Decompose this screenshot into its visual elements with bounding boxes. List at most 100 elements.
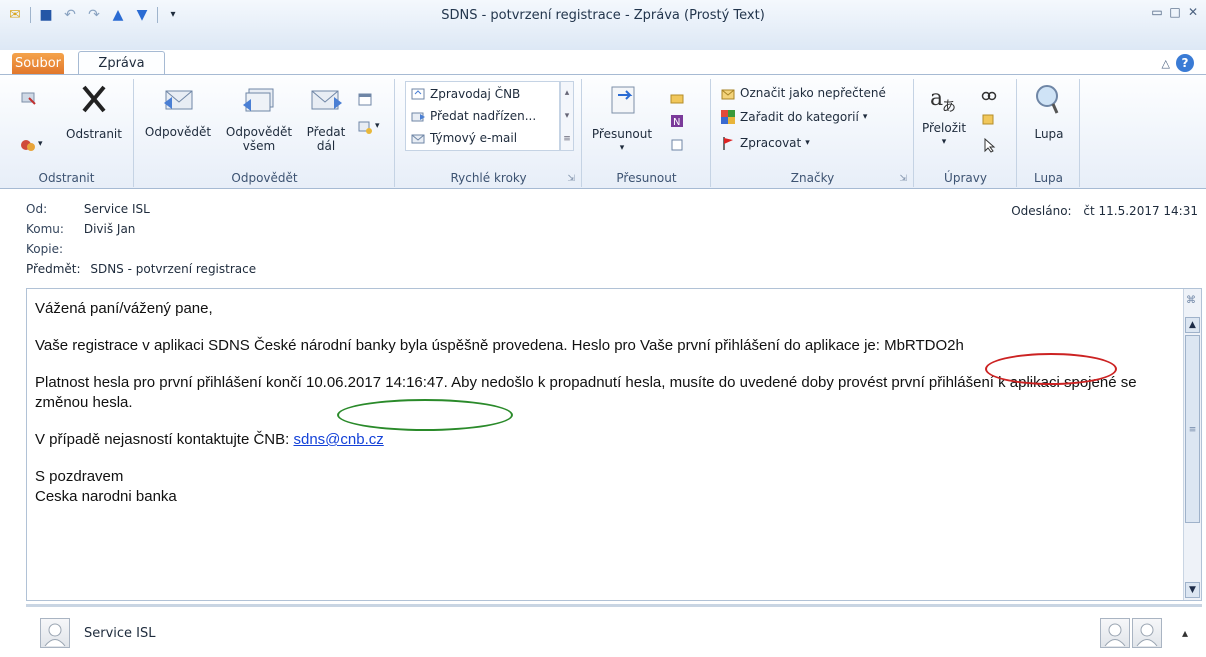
forward-button[interactable]: Předat dál bbox=[301, 83, 351, 153]
title-bar: ✉ ■ ↶ ↷ ▲ ▼ ▾ SDNS - potvrzení registrac… bbox=[0, 0, 1206, 50]
sent-value: čt 11.5.2017 14:31 bbox=[1083, 204, 1198, 218]
sender-avatar[interactable] bbox=[40, 618, 70, 648]
group-zoom: Lupa Lupa bbox=[1018, 79, 1080, 187]
subject-value: SDNS - potvrzení registrace bbox=[90, 262, 257, 276]
onenote-icon[interactable]: N bbox=[669, 113, 685, 129]
followup-button[interactable]: Zpracovat ▾ bbox=[720, 133, 810, 153]
cleanup-dropdown-icon[interactable]: ▾ bbox=[38, 139, 43, 149]
tab-message[interactable]: Zpráva bbox=[78, 51, 165, 76]
to-value[interactable]: Diviš Jan bbox=[84, 222, 136, 236]
to-label: Komu: bbox=[26, 222, 64, 236]
close-icon[interactable]: ✕ bbox=[1186, 5, 1200, 19]
delete-button[interactable]: Odstranit bbox=[56, 83, 132, 141]
signature: Ceska narodni banka bbox=[35, 488, 177, 505]
team-email-icon bbox=[410, 130, 426, 146]
scroll-down-icon[interactable]: ▼ bbox=[1185, 582, 1200, 598]
cc-label: Kopie: bbox=[26, 242, 63, 256]
tab-file[interactable]: Soubor bbox=[12, 53, 64, 75]
recipient-avatar-1[interactable] bbox=[1100, 618, 1130, 648]
move-dropdown-icon: ▾ bbox=[619, 143, 625, 153]
tags-launcher-icon[interactable]: ⇲ bbox=[899, 174, 907, 184]
quick-steps-launcher-icon[interactable]: ⇲ bbox=[567, 174, 575, 184]
forward-label-1: Předat bbox=[306, 125, 346, 139]
window-controls: ▭ □ ✕ bbox=[1150, 5, 1200, 19]
reply-all-button[interactable]: Odpovědět všem bbox=[219, 83, 299, 153]
from-row: Od: Service ISL bbox=[26, 200, 150, 218]
mark-unread-button[interactable]: Označit jako nepřečtené bbox=[720, 83, 886, 103]
related-icon[interactable] bbox=[981, 111, 997, 127]
quick-steps-down-icon[interactable]: ▾ bbox=[561, 105, 573, 128]
recipient-avatar-2[interactable] bbox=[1132, 618, 1162, 648]
ribbon-controls: △ ? bbox=[1162, 54, 1194, 72]
sender-name[interactable]: Service ISL bbox=[84, 626, 156, 641]
group-label-respond: Odpovědět bbox=[231, 171, 298, 185]
more-respond-dropdown-icon[interactable]: ▾ bbox=[375, 121, 380, 131]
scroll-thumb[interactable]: ≡ bbox=[1185, 335, 1200, 523]
cc-row: Kopie: bbox=[26, 240, 80, 258]
forward-label-2: dál bbox=[316, 139, 336, 153]
people-pane: Service ISL ▴ bbox=[26, 604, 1202, 657]
vertical-scrollbar[interactable]: ⌘ ▲ ≡ ▼ bbox=[1183, 289, 1201, 600]
quick-step-team-email[interactable]: Týmový e-mail bbox=[410, 128, 517, 148]
translate-dropdown-icon: ▾ bbox=[941, 137, 947, 147]
from-label: Od: bbox=[26, 202, 48, 216]
select-icon[interactable] bbox=[981, 137, 997, 153]
sent-info: Odesláno: čt 11.5.2017 14:31 bbox=[1011, 204, 1198, 218]
group-editing: a あ Přeložit ▾ Úpravy bbox=[915, 79, 1017, 187]
translate-icon: a あ bbox=[930, 86, 956, 115]
translate-label: Přeložit bbox=[921, 121, 967, 135]
rules-icon[interactable] bbox=[669, 89, 685, 105]
contact-paragraph: V případě nejasností kontaktujte ČNB: sd… bbox=[35, 430, 1175, 450]
categorize-icon bbox=[720, 109, 736, 125]
translate-button[interactable]: a あ Přeložit ▾ bbox=[919, 83, 969, 149]
sent-label: Odesláno: bbox=[1011, 204, 1072, 218]
closing: S pozdravem bbox=[35, 468, 124, 485]
cleanup-icon[interactable] bbox=[20, 137, 36, 153]
followup-dropdown-icon: ▾ bbox=[805, 138, 810, 148]
group-label-quick-steps: Rychlé kroky bbox=[450, 171, 527, 185]
minimize-icon[interactable]: ▭ bbox=[1150, 5, 1164, 19]
flag-icon bbox=[720, 135, 736, 151]
ignore-icon[interactable] bbox=[20, 89, 36, 105]
find-icon[interactable] bbox=[981, 87, 997, 103]
more-respond-icon[interactable] bbox=[357, 119, 373, 135]
expand-people-pane-icon[interactable]: ▴ bbox=[1182, 626, 1188, 640]
contact-prefix: V případě nejasností kontaktujte ČNB: bbox=[35, 431, 294, 448]
zoom-button[interactable]: Lupa bbox=[1022, 83, 1076, 141]
from-value[interactable]: Service ISL bbox=[84, 202, 150, 216]
zoom-icon bbox=[1036, 85, 1059, 114]
group-label-tags: Značky bbox=[790, 171, 835, 185]
minimize-ribbon-icon[interactable]: △ bbox=[1162, 57, 1170, 70]
quick-steps-more-icon[interactable]: ≡ bbox=[561, 128, 573, 151]
svg-text:N: N bbox=[673, 117, 680, 128]
maximize-icon[interactable]: □ bbox=[1168, 5, 1182, 19]
subject-label: Předmět: bbox=[26, 262, 81, 276]
reply-button[interactable]: Odpovědět bbox=[141, 83, 215, 139]
forward-manager-icon bbox=[410, 108, 426, 124]
reply-all-label-2: všem bbox=[242, 139, 276, 153]
move-button[interactable]: Přesunout ▾ bbox=[587, 83, 657, 155]
group-respond: Odpovědět Odpovědět všem Předat dál ▾ Od… bbox=[135, 79, 395, 187]
categorize-dropdown-icon: ▾ bbox=[862, 112, 868, 122]
actions-icon[interactable] bbox=[669, 137, 685, 153]
forward-icon bbox=[311, 90, 342, 110]
validity-paragraph: Platnost hesla pro první přihlášení konč… bbox=[35, 374, 1137, 411]
group-label-zoom: Lupa bbox=[1033, 171, 1064, 185]
contact-email-link[interactable]: sdns@cnb.cz bbox=[293, 431, 383, 448]
group-label-delete: Odstranit bbox=[38, 171, 95, 185]
quick-step-newsletter[interactable]: Zpravodaj ČNB bbox=[410, 84, 520, 104]
categorize-label: Zařadit do kategorií bbox=[740, 110, 859, 124]
scroll-up-icon[interactable]: ▲ bbox=[1185, 317, 1200, 333]
categorize-button[interactable]: Zařadit do kategorií ▾ bbox=[720, 107, 867, 127]
followup-label: Zpracovat bbox=[740, 136, 802, 150]
quick-steps-up-icon[interactable]: ▴ bbox=[561, 82, 573, 105]
group-tags: Označit jako nepřečtené Zařadit do kateg… bbox=[712, 79, 914, 187]
quick-step-newsletter-label: Zpravodaj ČNB bbox=[430, 87, 521, 101]
meeting-icon[interactable] bbox=[357, 91, 373, 107]
message-body[interactable]: Vážená paní/vážený pane, Vaše registrace… bbox=[26, 288, 1202, 601]
move-icon bbox=[611, 86, 635, 114]
quick-step-forward-manager[interactable]: Předat nadřízen... bbox=[410, 106, 536, 126]
help-icon[interactable]: ? bbox=[1176, 54, 1194, 72]
message-text: Vážená paní/vážený pane, Vaše registrace… bbox=[35, 299, 1175, 507]
quick-step-forward-manager-label: Předat nadřízen... bbox=[430, 109, 537, 123]
